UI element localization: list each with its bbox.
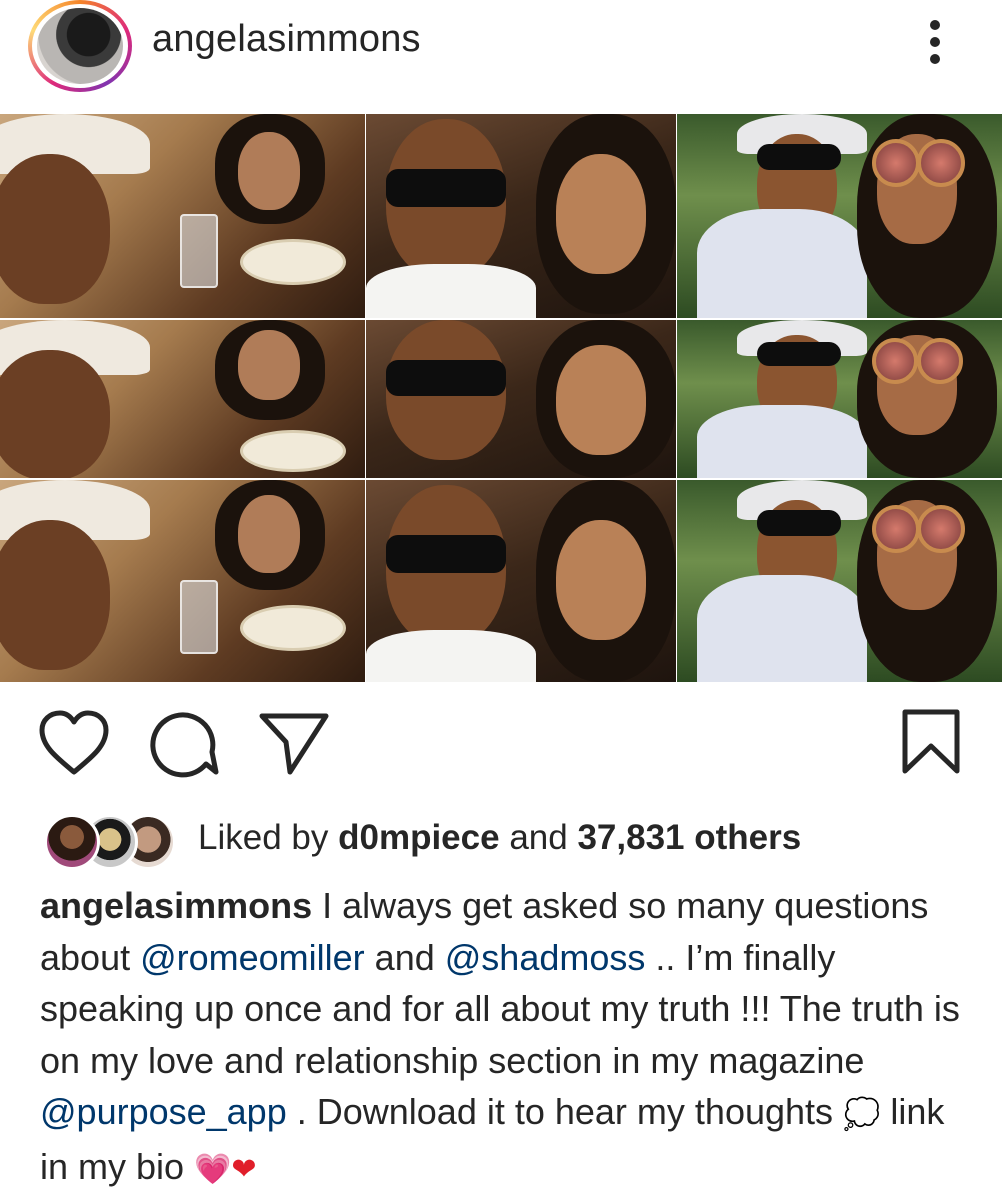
photo-garden [677,480,1002,682]
caption-text: . Download it to hear my thoughts [286,1091,844,1132]
comment-bubble-icon[interactable] [150,710,220,778]
mention-purpose-app[interactable]: @purpose_app [40,1091,287,1132]
thought-balloon-icon: 💭 [843,1097,881,1132]
photo-garden [677,320,1002,478]
liker-avatar [44,814,100,870]
post-caption: angelasimmons I always get asked so many… [40,880,970,1195]
liker-username[interactable]: d0mpiece [338,818,499,857]
likes-text: Liked by d0mpiece and 37,831 others [198,818,801,858]
photo-sunglasses [366,114,676,318]
photo-sunglasses [366,320,676,478]
mention-romeomiller[interactable]: @romeomiller [140,937,365,978]
post-username[interactable]: angelasimmons [152,18,421,61]
photo-dinner [0,320,365,478]
red-heart-icon: ❤ [231,1151,257,1187]
caption-username[interactable]: angelasimmons [40,885,312,926]
photo-sunglasses [366,480,676,682]
caption-text: and [364,936,445,978]
paper-plane-icon[interactable] [258,712,330,776]
photo-garden [677,114,1002,318]
photo-dinner [0,480,365,682]
avatar-frame [32,4,128,88]
avatar-story-ring[interactable] [28,0,132,92]
post-image-collage[interactable] [0,114,1002,682]
more-options-icon[interactable] [918,14,952,70]
bookmark-outline-icon[interactable] [900,708,962,776]
likes-summary[interactable]: Liked by d0mpiece and 37,831 others [0,804,1002,874]
avatar[interactable] [37,8,123,84]
heart-outline-icon[interactable] [38,710,110,776]
post-header: angelasimmons [0,0,1002,114]
pink-heart-icon: 💗 [194,1151,232,1187]
mention-shadmoss[interactable]: @shadmoss [445,937,646,978]
likes-connector: and [509,818,568,857]
photo-dinner [0,114,365,318]
likes-prefix: Liked by [198,818,329,857]
post-action-bar [0,682,1002,802]
likes-count[interactable]: 37,831 others [577,818,801,857]
